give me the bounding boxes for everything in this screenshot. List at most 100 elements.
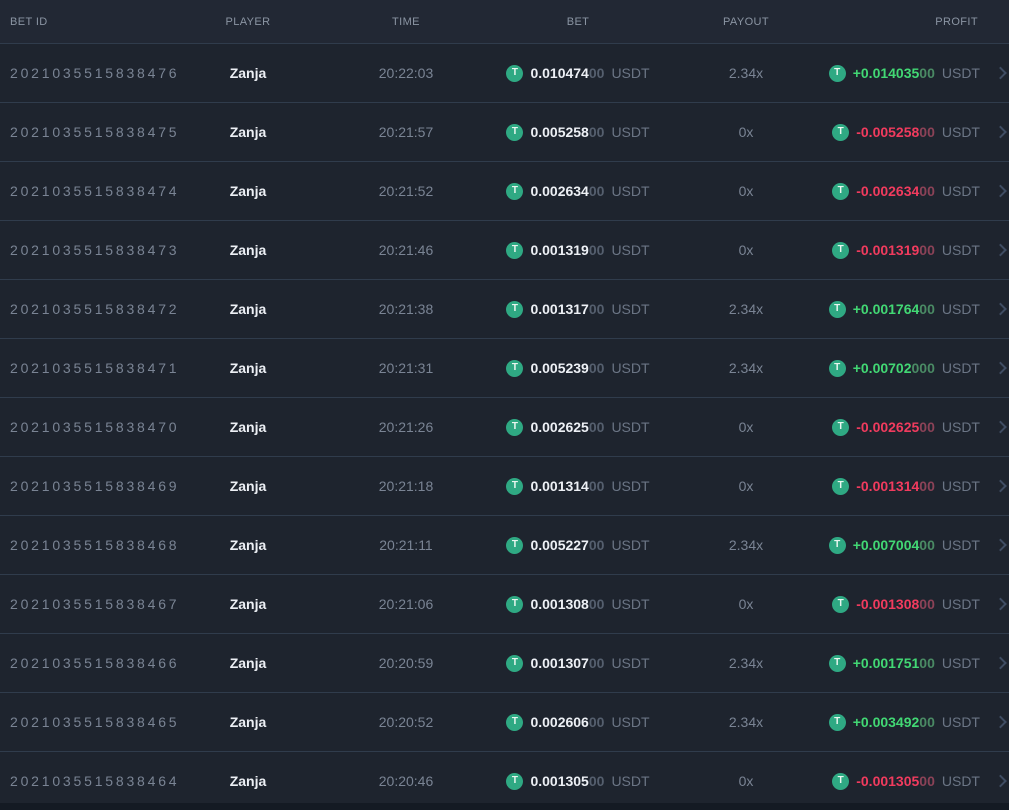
- bet-time: 20:21:11: [379, 537, 433, 553]
- bet-time: 20:22:03: [378, 65, 434, 81]
- bet-id: 2021035515838466: [10, 655, 180, 671]
- profit-currency-label: USDT: [941, 124, 980, 140]
- table-row[interactable]: 2021035515838467 Zanja 20:21:06 T 0.0013…: [0, 574, 1009, 633]
- table-row[interactable]: 2021035515838472 Zanja 20:21:38 T 0.0013…: [0, 279, 1009, 338]
- payout-multiplier: 2.34x: [728, 301, 764, 317]
- profit-trailing-zeros: 00: [919, 596, 935, 612]
- profit-currency-label: USDT: [941, 242, 980, 258]
- profit-amount: T -0.00131900 USDT: [832, 241, 1009, 259]
- bet-time: 20:21:26: [378, 419, 434, 435]
- bet-currency-label: USDT: [611, 537, 650, 553]
- profit-trailing-zeros: 00: [919, 242, 935, 258]
- payout-multiplier: 0x: [738, 183, 754, 199]
- table-row[interactable]: 2021035515838466 Zanja 20:20:59 T 0.0013…: [0, 633, 1009, 692]
- tether-icon: T: [506, 477, 524, 495]
- bet-currency-label: USDT: [611, 714, 650, 730]
- bet-trailing-zeros: 00: [588, 242, 605, 258]
- tether-icon: T: [832, 182, 850, 200]
- profit-amount: T -0.00263400 USDT: [832, 182, 1009, 200]
- table-row[interactable]: 2021035515838468 Zanja 20:21:11 T 0.0052…: [0, 515, 1009, 574]
- bet-time: 20:21:06: [378, 596, 434, 612]
- bet-value: 0.00131700: [530, 301, 605, 317]
- profit-currency-label: USDT: [941, 773, 980, 789]
- profit-currency-label: USDT: [941, 596, 980, 612]
- bet-amount: T 0.00131900 USDT: [506, 241, 650, 259]
- bet-id: 2021035515838475: [10, 124, 180, 140]
- bet-id: 2021035515838470: [10, 419, 180, 435]
- bet-value: 0.00131900: [530, 242, 605, 258]
- bet-value: 0.00130800: [530, 596, 605, 612]
- bet-amount: T 0.00130800 USDT: [506, 595, 650, 613]
- tether-icon: T: [506, 654, 524, 672]
- table-row[interactable]: 2021035515838475 Zanja 20:21:57 T 0.0052…: [0, 102, 1009, 161]
- tether-icon: T: [832, 595, 850, 613]
- tether-icon: T: [828, 359, 846, 377]
- bet-history-table: BET ID PLAYER TIME BET PAYOUT PROFIT 202…: [0, 0, 1009, 810]
- bet-id: 2021035515838472: [10, 301, 180, 317]
- profit-trailing-zeros: 00: [919, 773, 935, 789]
- payout-multiplier: 0x: [738, 124, 754, 140]
- table-row[interactable]: 2021035515838473 Zanja 20:21:46 T 0.0013…: [0, 220, 1009, 279]
- profit-trailing-zeros: 00: [919, 301, 935, 317]
- bet-currency-label: USDT: [611, 655, 650, 671]
- column-header-payout: PAYOUT: [723, 15, 769, 28]
- column-header-profit: PROFIT: [935, 15, 978, 28]
- bet-trailing-zeros: 00: [588, 183, 605, 199]
- bet-time: 20:21:18: [378, 478, 434, 494]
- table-row[interactable]: 2021035515838464 Zanja 20:20:46 T 0.0013…: [0, 751, 1009, 810]
- profit-amount: T +0.00702000 USDT: [828, 359, 1009, 377]
- tether-icon: T: [506, 182, 524, 200]
- profit-trailing-zeros: 00: [919, 419, 935, 435]
- player-name: Zanja: [229, 537, 267, 553]
- bet-id: 2021035515838473: [10, 242, 180, 258]
- profit-value: -0.00131400: [856, 478, 935, 494]
- profit-value: -0.00130800: [856, 596, 935, 612]
- payout-multiplier: 2.34x: [728, 655, 764, 671]
- payout-multiplier: 2.34x: [728, 65, 764, 81]
- table-row[interactable]: 2021035515838470 Zanja 20:21:26 T 0.0026…: [0, 397, 1009, 456]
- profit-amount: T -0.00525800 USDT: [832, 123, 1009, 141]
- table-row[interactable]: 2021035515838465 Zanja 20:20:52 T 0.0026…: [0, 692, 1009, 751]
- player-name: Zanja: [229, 360, 267, 376]
- bet-currency-label: USDT: [611, 596, 650, 612]
- bet-id: 2021035515838464: [10, 773, 180, 789]
- profit-amount: T +0.00700400 USDT: [828, 536, 1009, 554]
- table-row[interactable]: 2021035515838474 Zanja 20:21:52 T 0.0026…: [0, 161, 1009, 220]
- profit-value: +0.00700400: [852, 537, 935, 553]
- table-row[interactable]: 2021035515838471 Zanja 20:21:31 T 0.0052…: [0, 338, 1009, 397]
- player-name: Zanja: [229, 124, 267, 140]
- bet-id: 2021035515838476: [10, 65, 180, 81]
- profit-currency-label: USDT: [941, 655, 980, 671]
- table-row[interactable]: 2021035515838476 Zanja 20:22:03 T 0.0104…: [0, 43, 1009, 102]
- table-body: 2021035515838476 Zanja 20:22:03 T 0.0104…: [0, 43, 1009, 810]
- profit-trailing-zeros: 00: [919, 714, 935, 730]
- bet-value: 0.01047400: [530, 65, 605, 81]
- profit-trailing-zeros: 000: [911, 360, 935, 376]
- bet-trailing-zeros: 00: [588, 301, 605, 317]
- table-row[interactable]: 2021035515838469 Zanja 20:21:18 T 0.0013…: [0, 456, 1009, 515]
- payout-multiplier: 2.34x: [728, 537, 764, 553]
- payout-multiplier: 0x: [738, 596, 754, 612]
- tether-icon: T: [506, 713, 524, 731]
- column-header-player: PLAYER: [225, 15, 271, 28]
- payout-multiplier: 2.34x: [728, 714, 764, 730]
- tether-icon: T: [506, 300, 524, 318]
- profit-amount: T +0.01403500 USDT: [828, 64, 1009, 82]
- tether-icon: T: [828, 654, 846, 672]
- column-header-bet: BET: [566, 15, 590, 28]
- bet-id: 2021035515838469: [10, 478, 180, 494]
- player-name: Zanja: [229, 183, 267, 199]
- player-name: Zanja: [229, 242, 267, 258]
- bet-currency-label: USDT: [611, 301, 650, 317]
- bet-value: 0.00522700: [530, 537, 605, 553]
- profit-trailing-zeros: 00: [919, 478, 935, 494]
- tether-icon: T: [506, 418, 524, 436]
- profit-value: -0.00525800: [856, 124, 935, 140]
- profit-amount: T +0.00176400 USDT: [828, 300, 1009, 318]
- bet-trailing-zeros: 00: [588, 537, 605, 553]
- tether-icon: T: [832, 241, 850, 259]
- player-name: Zanja: [229, 596, 267, 612]
- bet-value: 0.00130700: [530, 655, 605, 671]
- bet-amount: T 0.00522700 USDT: [506, 536, 650, 554]
- bet-trailing-zeros: 00: [588, 65, 605, 81]
